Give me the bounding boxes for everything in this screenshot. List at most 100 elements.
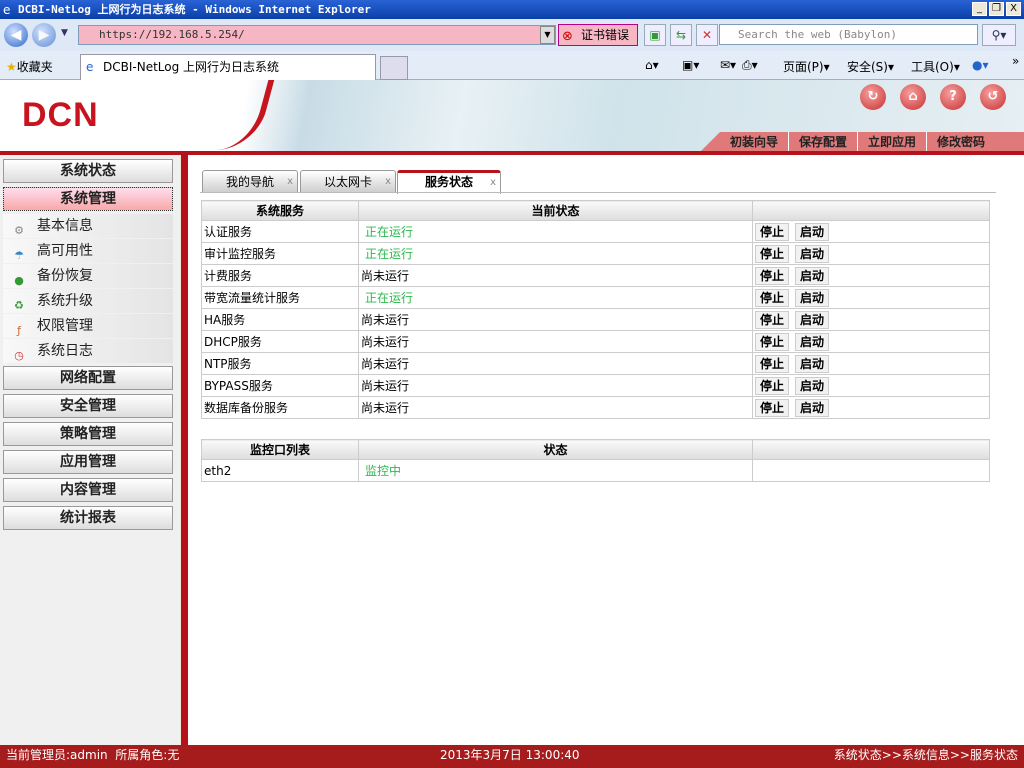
sidebar-item-label: 系统日志 (37, 343, 93, 359)
refresh-button[interactable]: ⇆ (670, 24, 692, 46)
save-config-link[interactable]: 保存配置 (789, 132, 859, 152)
stop-service-button[interactable]: 停止 (755, 354, 789, 373)
help-icon[interactable]: ? (940, 84, 966, 110)
table-row: 带宽流量统计服务 正在运行 停止 启动 (201, 286, 990, 309)
home-icon[interactable]: ⌂ (900, 84, 926, 110)
stop-service-button[interactable]: 停止 (755, 332, 789, 351)
sidebar-system-status[interactable]: 系统状态 (3, 159, 173, 183)
sidebar-system-management[interactable]: 系统管理 (3, 187, 173, 211)
sidebar-splitter[interactable] (181, 155, 188, 745)
start-service-button[interactable]: 启动 (795, 332, 829, 351)
sidebar-item-basic-info[interactable]: ⚙ 基本信息 (3, 214, 173, 238)
sidebar-reports[interactable]: 统计报表 (3, 506, 173, 530)
actions-cell: 停止 启动 (752, 242, 990, 265)
current-user: 当前管理员:admin 所属角色:无 (6, 748, 180, 762)
stop-button[interactable]: ✕ (696, 24, 718, 46)
sidebar-network-config[interactable]: 网络配置 (3, 366, 173, 390)
start-service-button[interactable]: 启动 (795, 376, 829, 395)
browser-tab[interactable]: e DCBI-NetLog 上网行为日志系统 (80, 54, 376, 80)
maximize-button[interactable]: ❐ (989, 2, 1004, 16)
feeds-button[interactable]: ▣▾ (682, 58, 699, 72)
service-status: 尚未运行 (358, 330, 753, 353)
start-service-button[interactable]: 启动 (795, 398, 829, 417)
status-bar: 当前管理员:admin 所属角色:无 2013年3月7日 13:00:40 系统… (0, 745, 1024, 768)
change-password-link[interactable]: 修改密码 (927, 132, 995, 152)
refresh-icon[interactable]: ↻ (860, 84, 886, 110)
start-service-button[interactable]: 启动 (795, 288, 829, 307)
safety-menu-label: 安全(S) (847, 60, 888, 74)
tab-ethernet[interactable]: 以太网卡 x (300, 170, 396, 193)
tab-my-navigation[interactable]: 我的导航 x (202, 170, 298, 193)
start-service-button[interactable]: 启动 (795, 310, 829, 329)
print-button[interactable]: ⎙▾ (742, 58, 758, 73)
close-button[interactable]: X (1006, 2, 1021, 16)
service-status: 尚未运行 (358, 264, 753, 287)
actions-cell: 停止 启动 (752, 374, 990, 397)
sidebar-security[interactable]: 安全管理 (3, 394, 173, 418)
search-input[interactable]: Search the web (Babylon) (719, 24, 978, 45)
sidebar-item-label: 权限管理 (37, 318, 93, 334)
back-button[interactable]: ◀ (4, 23, 28, 47)
setup-wizard-link[interactable]: 初装向导 (720, 132, 790, 152)
start-service-button[interactable]: 启动 (795, 222, 829, 241)
sidebar-application[interactable]: 应用管理 (3, 450, 173, 474)
stop-service-button[interactable]: 停止 (755, 266, 789, 285)
tab-label: 以太网卡 (323, 175, 372, 189)
actions-cell: 停止 启动 (752, 330, 990, 353)
close-tab-icon[interactable]: x (490, 173, 496, 192)
clock-icon: ◷ (14, 349, 24, 362)
apply-now-link[interactable]: 立即应用 (858, 132, 928, 152)
sidebar-content[interactable]: 内容管理 (3, 478, 173, 502)
tab-underline (200, 192, 996, 193)
address-dropdown-button[interactable]: ▼ (540, 26, 555, 44)
page-menu[interactable]: 页面(P)▾ (783, 58, 830, 75)
table-row: DHCP服务 尚未运行 停止 启动 (201, 330, 990, 353)
new-tab-button[interactable] (380, 56, 408, 80)
stop-service-button[interactable]: 停止 (755, 222, 789, 241)
compat-view-icon[interactable]: ▣ (644, 24, 666, 46)
tools-menu-label: 工具(O) (911, 60, 954, 74)
mail-button[interactable]: ✉▾ (720, 58, 736, 72)
history-dropdown-icon[interactable]: ▼ (61, 28, 68, 38)
sidebar-policy[interactable]: 策略管理 (3, 422, 173, 446)
sidebar-item-permissions[interactable]: ƒ 权限管理 (3, 314, 173, 338)
stop-service-button[interactable]: 停止 (755, 288, 789, 307)
empty-cell (752, 459, 990, 482)
address-input[interactable]: https://192.168.5.254/ (78, 25, 556, 45)
table-row: 计费服务 尚未运行 停止 启动 (201, 264, 990, 287)
help-button[interactable]: ●▾ (972, 58, 989, 72)
home-button[interactable]: ⌂▾ (645, 58, 659, 72)
actions-cell: 停止 启动 (752, 264, 990, 287)
sidebar-item-system-log[interactable]: ◷ 系统日志 (3, 339, 173, 363)
dcn-logo: DCN (22, 96, 99, 134)
close-tab-icon[interactable]: x (385, 171, 391, 193)
more-chevron-icon[interactable]: » (1012, 54, 1019, 68)
favorites-label: 收藏夹 (16, 60, 53, 74)
cert-error-button[interactable]: ⊗ 证书错误 (558, 24, 638, 46)
service-status: 尚未运行 (358, 308, 753, 331)
start-service-button[interactable]: 启动 (795, 266, 829, 285)
logout-icon[interactable]: ↺ (980, 84, 1006, 110)
close-tab-icon[interactable]: x (287, 171, 293, 193)
forward-button[interactable]: ▶ (32, 23, 56, 47)
start-service-button[interactable]: 启动 (795, 244, 829, 263)
tab-service-status[interactable]: 服务状态 x (397, 170, 501, 194)
stop-service-button[interactable]: 停止 (755, 398, 789, 417)
stop-service-button[interactable]: 停止 (755, 244, 789, 263)
breadcrumb: 系统状态>>系统信息>>服务状态 (833, 748, 1018, 762)
sidebar-item-high-availability[interactable]: ☂ 高可用性 (3, 239, 173, 263)
service-status: 正在运行 (358, 242, 753, 265)
cert-error-label: 证书错误 (581, 28, 630, 42)
service-name: DHCP服务 (201, 330, 359, 353)
search-button[interactable]: ⚲▾ (982, 24, 1016, 46)
tools-menu[interactable]: 工具(O)▾ (911, 58, 960, 75)
sidebar-item-backup-restore[interactable]: ● 备份恢复 (3, 264, 173, 288)
favorites-button[interactable]: ★收藏夹 (6, 58, 53, 75)
start-service-button[interactable]: 启动 (795, 354, 829, 373)
minimize-button[interactable]: _ (972, 2, 987, 16)
stop-service-button[interactable]: 停止 (755, 376, 789, 395)
safety-menu[interactable]: 安全(S)▾ (847, 58, 894, 75)
stop-service-button[interactable]: 停止 (755, 310, 789, 329)
sidebar-item-system-upgrade[interactable]: ♻ 系统升级 (3, 289, 173, 313)
column-header: 状态 (358, 439, 753, 460)
